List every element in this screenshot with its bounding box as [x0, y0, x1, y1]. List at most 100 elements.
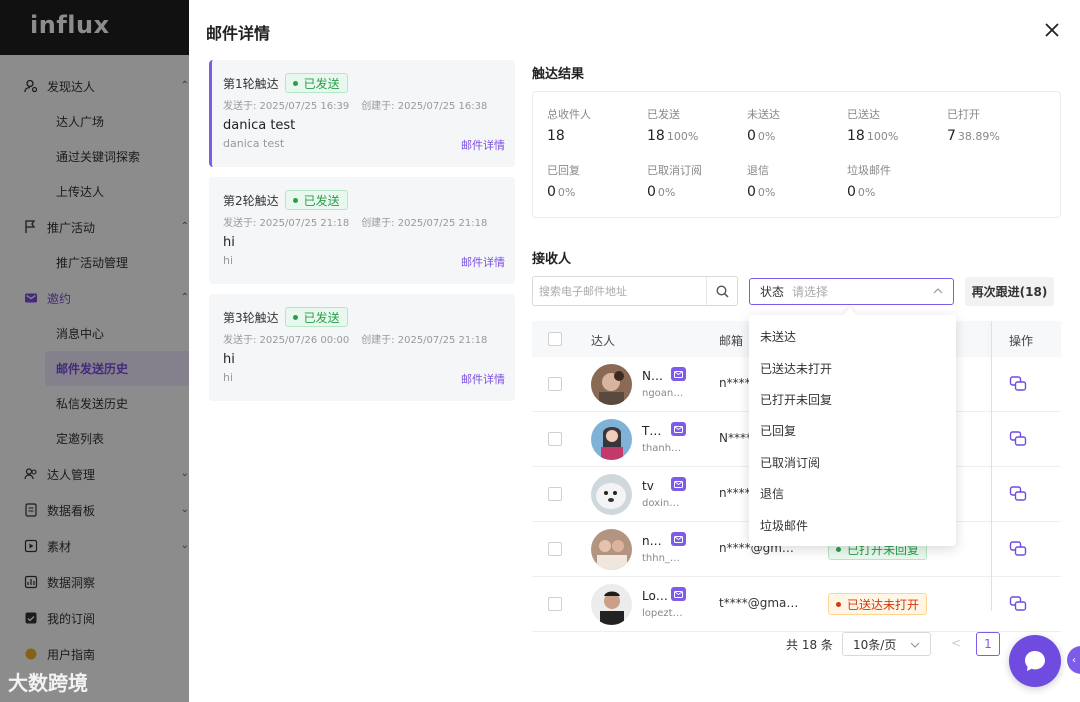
status-badge: 已发送	[284, 73, 348, 93]
influencer-email: N****	[719, 431, 752, 445]
message-icon[interactable]	[1009, 430, 1027, 448]
stat-replied: 已回复 0 0%	[547, 164, 580, 200]
status-option-undelivered[interactable]: 未送达	[749, 321, 956, 352]
status-option-opened-unreplied[interactable]: 已打开未回复	[749, 384, 956, 415]
influencer-handle: thhn_…	[642, 553, 680, 564]
mail-icon	[671, 367, 686, 381]
email-search	[532, 276, 738, 306]
influencer-handle: lopezt…	[642, 608, 683, 619]
message-icon[interactable]	[1009, 485, 1027, 503]
page-button-current[interactable]: 1	[976, 632, 1000, 656]
influencer-email: n****	[719, 376, 751, 390]
status-option-replied[interactable]: 已回复	[749, 415, 956, 446]
influencer-handle: ngoan…	[642, 388, 684, 399]
results-stats: 总收件人 18 已发送 18 100% 未送达 0 0% 已送达 18 100% 已打…	[532, 91, 1061, 218]
round-title: 第1轮触达	[223, 76, 279, 91]
stat-delivered: 已送达 18 100%	[847, 108, 899, 144]
search-button[interactable]	[706, 277, 737, 305]
status-badge: 已发送	[284, 190, 348, 210]
follow-up-button[interactable]: 再次跟进(18)	[965, 277, 1054, 306]
sent-time: 发送于: 2025/07/25 16:39	[223, 101, 350, 112]
col-influencer: 达人	[591, 334, 616, 348]
status-option-unsubscribed[interactable]: 已取消订阅	[749, 447, 956, 478]
round-card-1[interactable]: 第1轮触达 已发送 发送于: 2025/07/25 16:39 创建于: 2025…	[209, 60, 515, 167]
col-action: 操作	[1009, 334, 1034, 348]
close-button[interactable]	[1042, 20, 1062, 40]
results-title: 触达结果	[532, 67, 585, 82]
status-dropdown: 未送达 已送达未打开 已打开未回复 已回复 已取消订阅 退信 垃圾邮件	[749, 315, 956, 546]
status-select[interactable]: 状态 请选择	[749, 278, 954, 305]
modal-overlay[interactable]	[0, 0, 189, 702]
chevron-up-icon	[933, 286, 943, 297]
fixed-column-divider	[991, 321, 992, 611]
email-detail-link[interactable]: 邮件详情	[461, 254, 505, 270]
influencer-handle: doxin…	[642, 498, 680, 509]
collapse-tab[interactable]: ‹	[1067, 646, 1080, 674]
message-icon[interactable]	[1009, 375, 1027, 393]
mail-icon	[671, 477, 686, 491]
select-all-checkbox[interactable]	[548, 332, 562, 346]
table-row: Lo… lopezt… t****@gma… 已送达未打开	[532, 577, 1061, 632]
round-card-3[interactable]: 第3轮触达 已发送 发送于: 2025/07/26 00:00 创建于: 2025…	[209, 294, 515, 401]
page-size-select[interactable]: 10条/页	[842, 632, 931, 656]
search-icon	[715, 284, 729, 298]
prev-page-button[interactable]: <	[951, 636, 961, 650]
avatar[interactable]	[591, 474, 632, 515]
recipients-title: 接收人	[532, 252, 572, 267]
avatar[interactable]	[591, 364, 632, 405]
close-icon	[1045, 23, 1059, 37]
created-time: 创建于: 2025/07/25 16:38	[361, 101, 488, 112]
status-badge: 已发送	[284, 307, 348, 327]
status-select-placeholder: 请选择	[792, 285, 829, 299]
status-select-label: 状态	[760, 285, 785, 299]
row-checkbox[interactable]	[548, 377, 562, 391]
influencer-name[interactable]: tv	[642, 479, 654, 493]
email-search-input[interactable]	[533, 284, 706, 298]
influencer-name[interactable]: T…	[642, 424, 661, 438]
influencer-name[interactable]: n…	[642, 534, 662, 548]
stat-unsubscribed: 已取消订阅 0 0%	[647, 164, 702, 200]
stat-spam: 垃圾邮件 0 0%	[847, 164, 891, 200]
created-time: 创建于: 2025/07/25 21:18	[361, 218, 488, 229]
avatar[interactable]	[591, 529, 632, 570]
stat-sent: 已发送 18 100%	[647, 108, 699, 144]
round-card-2[interactable]: 第2轮触达 已发送 发送于: 2025/07/25 21:18 创建于: 2025…	[209, 177, 515, 284]
mail-icon	[671, 422, 686, 436]
sent-time: 发送于: 2025/07/26 00:00	[223, 335, 350, 346]
influencer-name[interactable]: N…	[642, 369, 663, 383]
stat-total-recipients: 总收件人 18	[547, 108, 591, 144]
watermark: 大数跨境	[8, 671, 88, 695]
row-checkbox[interactable]	[548, 597, 562, 611]
influencer-email: t****@gma…	[719, 596, 799, 610]
email-detail-link[interactable]: 邮件详情	[461, 137, 505, 153]
email-detail-link[interactable]: 邮件详情	[461, 371, 505, 387]
pagination-total: 共 18 条	[786, 638, 833, 652]
sent-time: 发送于: 2025/07/25 21:18	[223, 218, 350, 229]
mail-icon	[671, 587, 686, 601]
chevron-down-icon	[910, 637, 920, 651]
support-chat-button[interactable]	[1009, 635, 1061, 687]
created-time: 创建于: 2025/07/25 21:18	[361, 335, 488, 346]
stat-undelivered: 未送达 0 0%	[747, 108, 780, 144]
status-option-spam[interactable]: 垃圾邮件	[749, 509, 956, 540]
status-option-delivered-unopened[interactable]: 已送达未打开	[749, 352, 956, 383]
round-title: 第3轮触达	[223, 310, 279, 325]
message-icon[interactable]	[1009, 540, 1027, 558]
chat-icon	[1025, 651, 1045, 671]
drawer-title: 邮件详情	[206, 24, 271, 43]
row-checkbox[interactable]	[548, 487, 562, 501]
chevron-left-icon: ‹	[1072, 654, 1076, 666]
avatar[interactable]	[591, 584, 632, 625]
page-size-value: 10条/页	[853, 637, 897, 652]
row-checkbox[interactable]	[548, 432, 562, 446]
stat-bounced: 退信 0 0%	[747, 164, 776, 200]
status-option-bounced[interactable]: 退信	[749, 478, 956, 509]
round-subject: danica test	[223, 118, 296, 133]
round-subject: hi	[223, 235, 235, 250]
message-icon[interactable]	[1009, 595, 1027, 613]
round-subject: hi	[223, 352, 235, 367]
avatar[interactable]	[591, 419, 632, 460]
row-checkbox[interactable]	[548, 542, 562, 556]
influencer-name[interactable]: Lo…	[642, 589, 668, 603]
influencer-handle: thanh…	[642, 443, 682, 454]
